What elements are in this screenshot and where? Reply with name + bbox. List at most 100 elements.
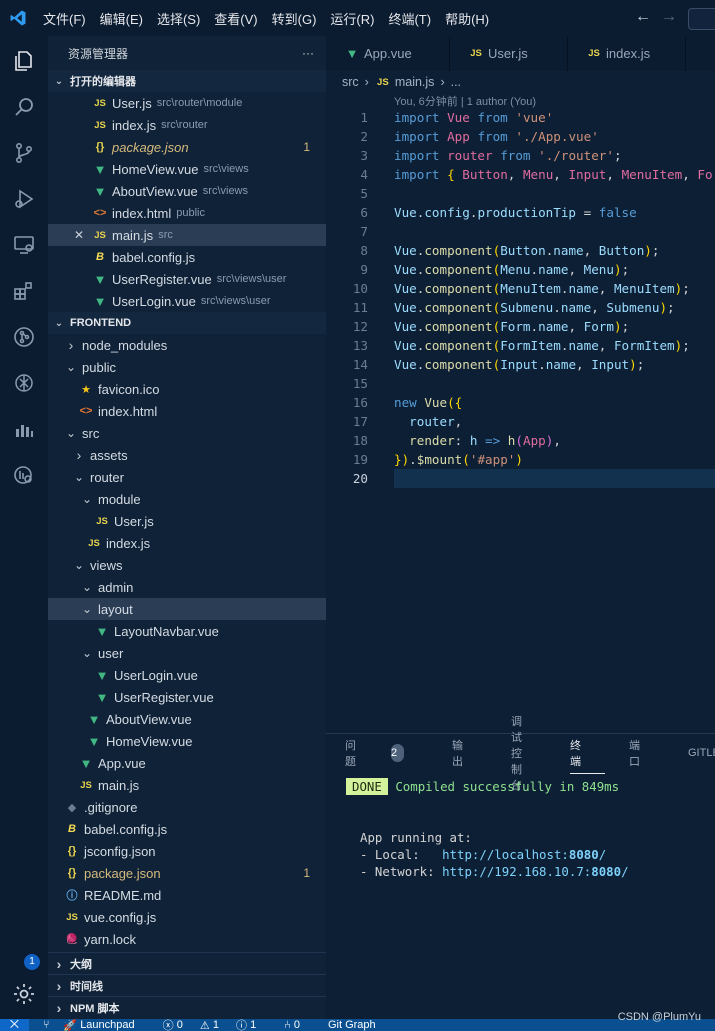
problems-status[interactable]: ⓧ 0 ⚠ 1 ⓘ 1 (163, 1019, 271, 1031)
menu-item[interactable]: 帮助(H) (438, 9, 496, 28)
open-editor-item[interactable]: Bbabel.config.js (48, 246, 326, 268)
file-item[interactable]: ⓘ README.md (48, 884, 326, 906)
chatgpt-icon[interactable] (0, 360, 48, 406)
file-name: user (98, 645, 124, 661)
forward-arrow-icon[interactable]: → (654, 8, 684, 26)
file-item[interactable]: JS index.js (48, 532, 326, 554)
folder-item[interactable]: › assets (48, 444, 326, 466)
account-settings-icon[interactable] (0, 452, 48, 498)
open-editor-item[interactable]: ▼ UserRegister.vue src\views\user (48, 268, 326, 290)
folder-item[interactable]: ⌄ module (48, 488, 326, 510)
ports-status[interactable]: ⑃ 0 (284, 1019, 314, 1031)
menu-item[interactable]: 运行(R) (323, 9, 381, 28)
sidebar-section-header[interactable]: › 大纲 (48, 952, 326, 974)
git-graph-icon[interactable] (0, 314, 48, 360)
file-item[interactable]: ▼ LayoutNavbar.vue (48, 620, 326, 642)
watermark: CSDN @PlumYu (617, 1011, 701, 1023)
file-item[interactable]: JS main.js (48, 774, 326, 796)
panel-tab[interactable]: GITLENS (688, 747, 715, 759)
explorer-icon[interactable] (0, 38, 48, 84)
menu-item[interactable]: 选择(S) (150, 9, 207, 28)
breadcrumb-rest[interactable]: ... (451, 75, 461, 89)
source-control-icon[interactable] (0, 130, 48, 176)
open-editor-item[interactable]: ▼ HomeView.vue src\views (48, 158, 326, 180)
open-editor-item[interactable]: <> index.html public (48, 202, 326, 224)
menu-item[interactable]: 文件(F) (36, 9, 93, 28)
folder-item[interactable]: ⌄ user (48, 642, 326, 664)
file-item[interactable]: 🧶 yarn.lock (48, 928, 326, 950)
menu-item[interactable]: 终端(T) (381, 9, 438, 28)
more-actions-icon[interactable]: ··· (302, 46, 314, 60)
editor-tab[interactable]: ▼ App.vue (326, 36, 450, 71)
line-number: 17 (352, 414, 368, 429)
git-graph-status[interactable]: Git Graph (328, 1019, 376, 1031)
js-file-icon: JS (588, 48, 600, 59)
folder-item[interactable]: ⌄ views (48, 554, 326, 576)
file-item[interactable]: ▼ UserLogin.vue (48, 664, 326, 686)
file-item[interactable]: JS vue.config.js (48, 906, 326, 928)
file-item[interactable]: ▼ UserRegister.vue (48, 686, 326, 708)
terminal-network-line: - Network: http://192.168.10.7:8080/ (360, 864, 629, 879)
js-file-icon: JS (80, 779, 92, 791)
line-number: 5 (360, 186, 368, 201)
folder-item[interactable]: › node_modules (48, 334, 326, 356)
file-item[interactable]: ▼ HomeView.vue (48, 730, 326, 752)
menu-item[interactable]: 转到(G) (265, 9, 324, 28)
panel-tab[interactable]: 问题 2 (345, 737, 428, 769)
line-number: 7 (360, 224, 368, 239)
gitlens-blame[interactable]: You, 6分钟前 | 1 author (You) (394, 93, 536, 109)
panel-tab[interactable]: 终端 (570, 737, 605, 774)
extensions-icon[interactable] (0, 268, 48, 314)
file-item[interactable]: Bbabel.config.js (48, 818, 326, 840)
stats-chart-icon[interactable] (0, 406, 48, 452)
folder-item[interactable]: ⌄ admin (48, 576, 326, 598)
breadcrumb-separator-icon: › (364, 75, 369, 89)
local-url[interactable]: http://localhost:8080/ (442, 847, 606, 862)
code-editor[interactable]: You, 6分钟前 | 1 author (You) 1 2 3 4 5 6 7 8 9 10 11… (326, 93, 715, 733)
open-editor-item[interactable]: {} package.json 1 (48, 136, 326, 158)
folder-item[interactable]: ⌄ router (48, 466, 326, 488)
sidebar-section-header[interactable]: › 时间线 (48, 974, 326, 996)
network-url[interactable]: http://192.168.10.7:8080/ (442, 864, 629, 879)
sidebar-section-header[interactable]: › NPM 脚本 (48, 996, 326, 1018)
file-path-description: src\router (161, 119, 208, 131)
folder-item[interactable]: ⌄ src (48, 422, 326, 444)
panel-tab[interactable]: 输出 (452, 737, 487, 769)
menu-item[interactable]: 查看(V) (207, 9, 264, 28)
open-editors-header[interactable]: ⌄ 打开的编辑器 (48, 70, 326, 92)
file-item[interactable]: JS User.js (48, 510, 326, 532)
open-editor-item[interactable]: ✕ JS main.js src (48, 224, 326, 246)
manage-gear-icon[interactable] (0, 971, 48, 1017)
breadcrumb-folder[interactable]: src (342, 75, 359, 89)
open-editor-item[interactable]: ▼ UserLogin.vue src\views\user (48, 290, 326, 312)
project-header[interactable]: ⌄ FRONTEND (48, 312, 326, 334)
launchpad-button[interactable]: 🚀 Launchpad (63, 1019, 148, 1031)
run-debug-icon[interactable] (0, 176, 48, 222)
close-icon[interactable]: ✕ (74, 228, 84, 242)
chevron-down-icon: ⌄ (81, 602, 93, 616)
open-editor-item[interactable]: ▼ AboutView.vue src\views (48, 180, 326, 202)
folder-item[interactable]: ⌄ layout (48, 598, 326, 620)
panel-tab[interactable]: 端口 (629, 737, 664, 769)
remote-explorer-icon[interactable] (0, 222, 48, 268)
code-line-18: render: h => h(App), (409, 433, 561, 448)
file-item[interactable]: ◆ .gitignore (48, 796, 326, 818)
file-name: README.md (84, 887, 162, 903)
editor-tab[interactable]: JS User.js (450, 36, 568, 71)
editor-tab[interactable]: JS index.js (568, 36, 686, 71)
file-item[interactable]: {} jsconfig.json (48, 840, 326, 862)
git-icon[interactable]: ⑂ (43, 1019, 50, 1031)
open-editor-item[interactable]: JS User.js src\router\module (48, 92, 326, 114)
breadcrumb-file[interactable]: main.js (395, 75, 435, 89)
folder-item[interactable]: ⌄ public (48, 356, 326, 378)
file-item[interactable]: ▼ App.vue (48, 752, 326, 774)
file-item[interactable]: ▼ AboutView.vue (48, 708, 326, 730)
file-item[interactable]: ★ favicon.ico (48, 378, 326, 400)
file-item[interactable]: <> index.html (48, 400, 326, 422)
file-item[interactable]: {} package.json 1 (48, 862, 326, 884)
search-icon[interactable] (0, 84, 48, 130)
remote-indicator-icon[interactable]: ⨉ (0, 1019, 29, 1031)
menu-item[interactable]: 编辑(E) (93, 9, 150, 28)
command-center-search[interactable] (688, 8, 715, 30)
open-editor-item[interactable]: JS index.js src\router (48, 114, 326, 136)
